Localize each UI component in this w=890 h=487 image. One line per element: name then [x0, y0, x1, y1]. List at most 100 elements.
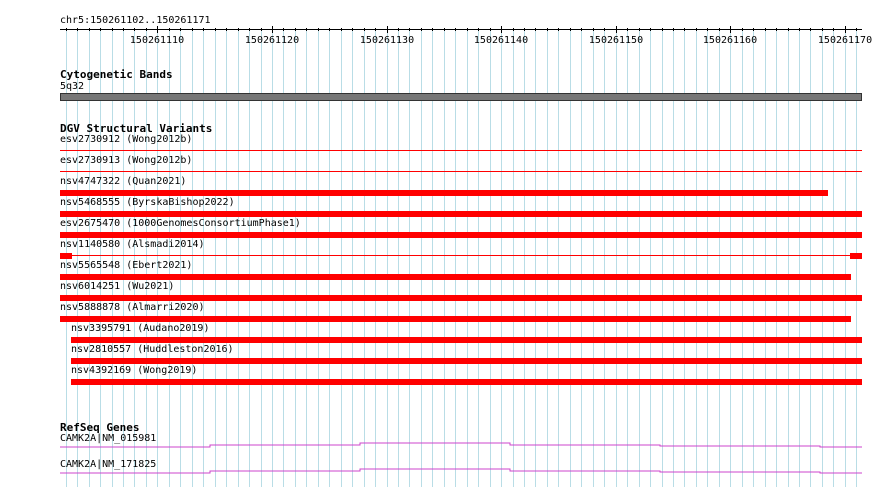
gene-line	[60, 468, 862, 474]
ruler-tick-label: 150261110	[129, 35, 185, 46]
ruler-major-tick	[272, 26, 273, 33]
ruler-minor-tick	[66, 28, 67, 31]
ruler-minor-tick	[570, 28, 571, 31]
ruler-tick-label: 150261160	[702, 35, 758, 46]
ruler-minor-tick	[684, 28, 685, 31]
ruler-minor-tick	[123, 28, 124, 31]
variant-bar[interactable]	[71, 358, 862, 364]
cytoband-bar[interactable]	[60, 93, 862, 101]
ruler-minor-tick	[535, 28, 536, 31]
variant-connector-line[interactable]	[60, 171, 862, 172]
ruler-minor-tick	[604, 28, 605, 31]
ruler-major-tick	[845, 26, 846, 33]
variant-connector-line[interactable]	[60, 255, 862, 256]
ruler-minor-tick	[89, 28, 90, 31]
ruler-major-tick	[730, 26, 731, 33]
ruler-minor-tick	[398, 28, 399, 31]
ruler-minor-tick	[261, 28, 262, 31]
variant-bar[interactable]	[60, 211, 862, 217]
ruler-minor-tick	[524, 28, 525, 31]
ruler-minor-tick	[306, 28, 307, 31]
gene-line	[60, 442, 862, 448]
ruler-minor-tick	[249, 28, 250, 31]
variant-label[interactable]: esv2675470 (1000GenomesConsortiumPhase1)	[60, 218, 301, 230]
ruler-minor-tick	[742, 28, 743, 31]
ruler-minor-tick	[134, 28, 135, 31]
gene-structure[interactable]	[60, 466, 862, 474]
ruler-minor-tick	[352, 28, 353, 31]
ruler-tick-label: 150261120	[244, 35, 300, 46]
variant-bar[interactable]	[71, 337, 862, 343]
ruler-minor-tick	[295, 28, 296, 31]
ruler-minor-tick	[421, 28, 422, 31]
ruler-minor-tick	[776, 28, 777, 31]
ruler-minor-tick	[513, 28, 514, 31]
variant-label[interactable]: nsv5468555 (ByrskaBishop2022)	[60, 197, 235, 209]
ruler-major-tick	[387, 26, 388, 33]
ruler-minor-tick	[719, 28, 720, 31]
ruler-minor-tick	[707, 28, 708, 31]
ruler-minor-tick	[673, 28, 674, 31]
ruler-minor-tick	[547, 28, 548, 31]
cytoband-name: 5q32	[60, 81, 85, 92]
location-label: chr5:150261102..150261171	[60, 15, 211, 26]
variant-label[interactable]: nsv3395791 (Audano2019)	[71, 323, 209, 335]
variant-bar[interactable]	[60, 232, 862, 238]
ruler-minor-tick	[788, 28, 789, 31]
ruler-minor-tick	[765, 28, 766, 31]
variant-bar[interactable]	[849, 253, 862, 259]
variant-bar[interactable]	[60, 253, 73, 259]
variant-label[interactable]: nsv6014251 (Wu2021)	[60, 281, 174, 293]
ruler-minor-tick	[856, 28, 857, 31]
ruler-tick-label: 150261170	[817, 35, 873, 46]
variant-bar[interactable]	[60, 274, 851, 280]
ruler-minor-tick	[455, 28, 456, 31]
ruler-minor-tick	[581, 28, 582, 31]
ruler-minor-tick	[112, 28, 113, 31]
ruler-tick-label: 150261140	[473, 35, 529, 46]
ruler-minor-tick	[490, 28, 491, 31]
ruler-minor-tick	[238, 28, 239, 31]
ruler-minor-tick	[341, 28, 342, 31]
ruler-major-tick	[616, 26, 617, 33]
ruler-minor-tick	[822, 28, 823, 31]
ruler-minor-tick	[833, 28, 834, 31]
variant-connector-line[interactable]	[60, 150, 862, 151]
ruler-minor-tick	[662, 28, 663, 31]
ruler-minor-tick	[478, 28, 479, 31]
variant-label[interactable]: nsv4747322 (Quan2021)	[60, 176, 186, 188]
ruler-minor-tick	[146, 28, 147, 31]
variant-label[interactable]: esv2730912 (Wong2012b)	[60, 134, 192, 146]
ruler-minor-tick	[375, 28, 376, 31]
variant-bar[interactable]	[60, 295, 862, 301]
variant-bar[interactable]	[60, 190, 828, 196]
ruler-minor-tick	[627, 28, 628, 31]
ruler-minor-tick	[364, 28, 365, 31]
ruler-tick-label: 150261150	[588, 35, 644, 46]
variant-label[interactable]: nsv2810557 (Huddleston2016)	[71, 344, 234, 356]
ruler-minor-tick	[215, 28, 216, 31]
ruler-minor-tick	[810, 28, 811, 31]
variant-label[interactable]: nsv1140580 (Alsmadi2014)	[60, 239, 205, 251]
ruler-minor-tick	[558, 28, 559, 31]
ruler-minor-tick	[318, 28, 319, 31]
cytoband-track-title: Cytogenetic Bands	[60, 68, 173, 81]
ruler-minor-tick	[593, 28, 594, 31]
ruler-major-tick	[501, 26, 502, 33]
variant-label[interactable]: nsv5565548 (Ebert2021)	[60, 260, 192, 272]
ruler-minor-tick	[226, 28, 227, 31]
variant-label[interactable]: nsv4392169 (Wong2019)	[71, 365, 197, 377]
variant-label[interactable]: nsv5888878 (Almarri2020)	[60, 302, 205, 314]
genome-browser-view: chr5:150261102..150261171 150261110 15026…	[0, 0, 890, 487]
ruler-minor-tick	[100, 28, 101, 31]
variant-bar[interactable]	[60, 316, 851, 322]
gene-structure[interactable]	[60, 440, 862, 448]
ruler-minor-tick	[409, 28, 410, 31]
ruler-minor-tick	[283, 28, 284, 31]
ruler-minor-tick	[753, 28, 754, 31]
variant-bar[interactable]	[71, 379, 862, 385]
ruler-minor-tick	[799, 28, 800, 31]
variant-label[interactable]: esv2730913 (Wong2012b)	[60, 155, 192, 167]
ruler-major-tick	[157, 26, 158, 33]
ruler-minor-tick	[467, 28, 468, 31]
